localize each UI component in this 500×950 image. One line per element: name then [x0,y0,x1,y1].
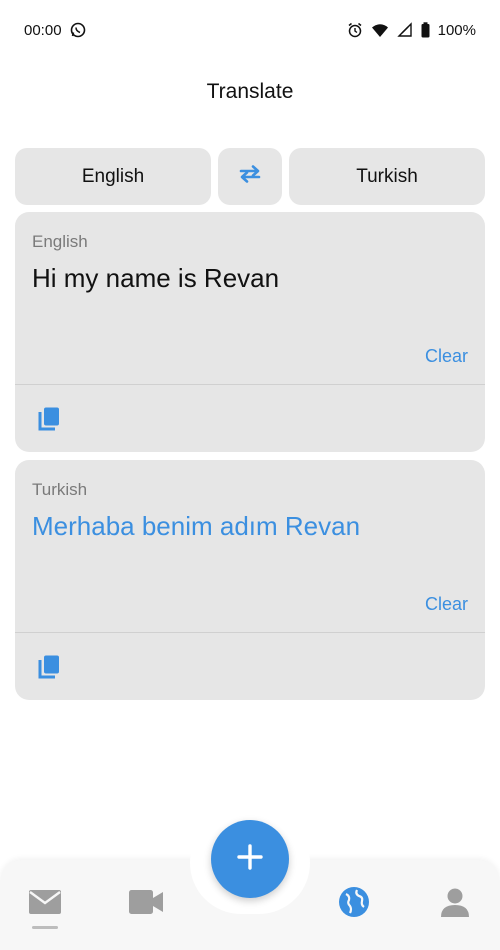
status-time: 00:00 [24,21,62,39]
divider [15,632,485,633]
mail-icon [28,888,62,921]
profile-icon [439,886,471,923]
add-button[interactable] [211,820,289,898]
nav-item-profile[interactable] [435,884,475,924]
plus-icon [236,843,264,876]
translated-text: Merhaba benim adım Revan [32,511,361,541]
video-icon [128,889,164,920]
target-card-language: Turkish [32,480,88,499]
clear-source-button[interactable]: Clear [425,346,468,367]
globe-icon [337,885,371,924]
clear-translation-button[interactable]: Clear [425,594,468,615]
wifi-icon [371,23,389,38]
page-title: Translate [206,80,294,103]
source-text-card: English Hi my name is Revan Clear [15,212,485,452]
swap-languages-button[interactable] [218,148,282,205]
nav-item-messages[interactable] [25,884,65,924]
target-language-button[interactable]: Turkish [289,148,485,205]
status-right: 100% [347,22,476,39]
source-language-button[interactable]: English [15,148,211,205]
copy-icon[interactable] [37,406,61,432]
swap-arrows-icon [235,162,265,192]
signal-icon [396,22,413,38]
status-bar: 00:00 100% [0,0,500,60]
language-selector: English Turkish [15,148,485,205]
source-language-label: English [81,165,145,187]
source-text-input[interactable]: Hi my name is Revan [32,262,468,294]
divider [15,384,485,385]
active-tab-indicator [32,926,58,929]
target-language-label: Turkish [356,165,418,187]
status-left: 00:00 [24,22,86,39]
nav-item-translate[interactable] [334,884,374,924]
battery-percentage: 100% [437,21,476,39]
whatsapp-icon [70,22,86,38]
battery-icon [421,22,430,38]
alarm-icon [347,22,363,38]
nav-item-video[interactable] [126,884,166,924]
source-card-language: English [32,232,88,251]
copy-icon[interactable] [37,654,61,680]
translated-text-card: Turkish Merhaba benim adım Revan Clear [15,460,485,700]
